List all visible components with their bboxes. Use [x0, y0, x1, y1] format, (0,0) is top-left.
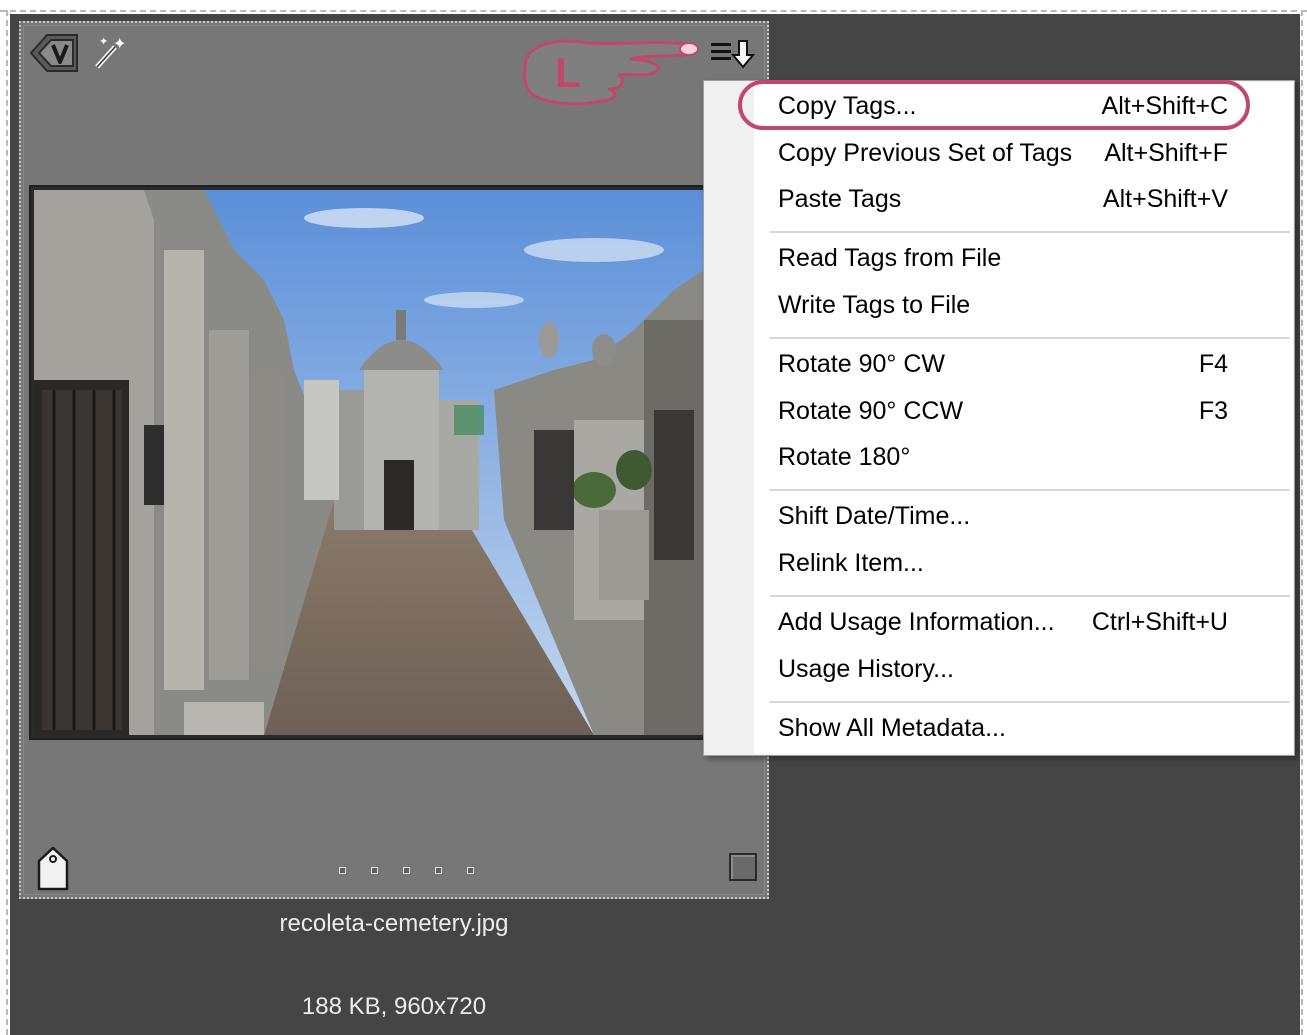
context-menu: Copy Tags... Alt+Shift+C Copy Previous S… — [703, 80, 1295, 756]
menu-item-label: Paste Tags — [778, 185, 902, 213]
menu-item-rotate-cw[interactable]: Rotate 90° CW F4 — [704, 342, 1294, 388]
menu-separator — [770, 701, 1290, 703]
menu-item-shift-date-time[interactable]: Shift Date/Time... — [704, 494, 1294, 540]
menu-item-label: Write Tags to File — [778, 291, 971, 319]
select-checkbox[interactable] — [729, 853, 757, 881]
callout-letter: L — [555, 49, 581, 96]
rating-dot-2[interactable] — [371, 867, 378, 874]
photo-thumbnail[interactable] — [29, 185, 709, 740]
menu-item-label: Relink Item... — [778, 549, 924, 577]
menu-item-label: Copy Previous Set of Tags — [778, 139, 1073, 167]
menu-separator — [770, 489, 1290, 491]
cemetery-photo — [34, 190, 704, 735]
menu-item-shortcut: Alt+Shift+F — [1104, 139, 1228, 167]
menu-item-copy-previous-tags[interactable]: Copy Previous Set of Tags Alt+Shift+F — [704, 131, 1294, 177]
version-set-icon[interactable] — [27, 31, 81, 75]
dashed-frame-left — [6, 10, 8, 1035]
rating-dot-4[interactable] — [435, 867, 442, 874]
thumbnail-filename: recoleta-cemetery.jpg — [279, 910, 509, 937]
menu-item-rotate-ccw[interactable]: Rotate 90° CCW F3 — [704, 389, 1294, 435]
tag-icon[interactable] — [35, 845, 71, 893]
auto-fix-icon[interactable]: ✦ ✦ — [91, 33, 127, 73]
menu-item-show-all-metadata[interactable]: Show All Metadata... — [704, 706, 1294, 752]
dashed-frame-top — [0, 10, 1307, 12]
rating-dot-1[interactable] — [339, 867, 346, 874]
menu-item-add-usage-info[interactable]: Add Usage Information... Ctrl+Shift+U — [704, 600, 1294, 646]
menu-item-label: Read Tags from File — [778, 244, 1002, 272]
dashed-frame-right — [1301, 10, 1303, 1035]
thumbnail-details: 188 KB, 960x720 — [301, 993, 487, 1020]
menu-item-usage-history[interactable]: Usage History... — [704, 647, 1294, 693]
menu-item-label: Rotate 90° CCW — [778, 397, 964, 425]
menu-item-paste-tags[interactable]: Paste Tags Alt+Shift+V — [704, 177, 1294, 223]
menu-item-relink-item[interactable]: Relink Item... — [704, 541, 1294, 587]
menu-separator — [770, 337, 1290, 339]
menu-item-label: Show All Metadata... — [778, 714, 1006, 742]
hamburger-menu-icon[interactable] — [709, 37, 759, 69]
menu-item-write-tags[interactable]: Write Tags to File — [704, 283, 1294, 329]
menu-item-label: Rotate 90° CW — [778, 350, 946, 378]
menu-separator — [770, 231, 1290, 233]
menu-item-label: Usage History... — [778, 655, 954, 683]
highlight-oval-copy-tags — [738, 80, 1250, 130]
menu-item-read-tags[interactable]: Read Tags from File — [704, 236, 1294, 282]
menu-item-label: Shift Date/Time... — [778, 502, 971, 530]
rating-dot-5[interactable] — [467, 867, 474, 874]
menu-item-shortcut: F4 — [1198, 350, 1228, 378]
menu-item-rotate-180[interactable]: Rotate 180° — [704, 435, 1294, 481]
menu-item-shortcut: Alt+Shift+V — [1102, 185, 1228, 213]
svg-text:✦: ✦ — [99, 35, 108, 48]
menu-item-label: Rotate 180° — [778, 443, 911, 471]
menu-item-shortcut: F3 — [1198, 397, 1228, 425]
menu-separator — [770, 595, 1290, 597]
thumbnail-card[interactable]: ✦ ✦ L — [19, 21, 769, 899]
menu-item-label: Add Usage Information... — [778, 608, 1055, 636]
menu-item-shortcut: Ctrl+Shift+U — [1091, 608, 1228, 636]
rating-dot-3[interactable] — [403, 867, 410, 874]
pointing-hand-callout-icon: L — [523, 39, 699, 106]
svg-text:✦: ✦ — [113, 34, 126, 53]
